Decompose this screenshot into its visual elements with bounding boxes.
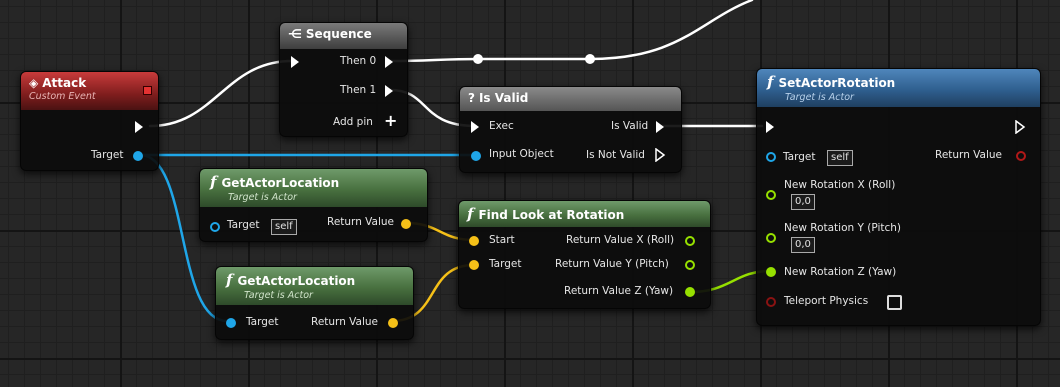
set-rot-exec-out-pin[interactable] <box>1015 120 1026 134</box>
is-not-valid-pin-outline <box>655 148 666 162</box>
find-look-header[interactable]: f Find Look at Rotation <box>459 201 710 227</box>
sequence-icon: ⋲ <box>288 27 302 41</box>
attack-node-subtitle: Custom Event <box>29 91 96 102</box>
set-rot-subtitle: Target is Actor <box>785 92 854 103</box>
sequence-node-header[interactable]: ⋲ Sequence <box>280 23 407 49</box>
event-diamond-icon: ◈ <box>29 76 39 90</box>
find-look-start-label: Start <box>489 234 515 246</box>
set-rot-self-field[interactable]: self <box>827 150 853 166</box>
set-actor-rotation-node[interactable]: f SetActorRotation Target is Actor Target… <box>756 68 1041 326</box>
attack-event-node[interactable]: ◈ Attack Custom Event Target <box>20 71 159 171</box>
sequence-node[interactable]: ⋲ Sequence Then 0 Then 1 Add pin + <box>279 22 408 137</box>
delegate-pin-icon[interactable] <box>143 86 152 95</box>
get-loc2-subtitle: Target is Actor <box>244 290 313 301</box>
set-rot-header[interactable]: f SetActorRotation Target is Actor <box>757 69 1040 107</box>
get-loc1-subtitle: Target is Actor <box>228 192 297 203</box>
sequence-then1-label: Then 1 <box>340 84 377 96</box>
rot-y-label: New Rotation Y (Pitch) <box>784 222 901 234</box>
get-loc1-target-pin[interactable] <box>210 222 220 232</box>
sequence-node-title: Sequence <box>305 27 372 41</box>
is-valid-node-header[interactable]: ? Is Valid <box>460 87 681 111</box>
rot-x-input[interactable]: 0,0 <box>791 194 815 210</box>
rot-z-pin[interactable] <box>766 267 776 277</box>
find-look-start-pin[interactable] <box>469 236 479 246</box>
get-loc1-title: GetActorLocation <box>221 176 340 190</box>
is-valid-out-pin[interactable] <box>656 121 664 133</box>
find-look-rx-pin[interactable] <box>685 236 695 246</box>
sequence-exec-in-pin[interactable] <box>291 56 299 68</box>
attack-target-label: Target <box>91 149 124 161</box>
rot-x-label: New Rotation X (Roll) <box>784 179 896 191</box>
sequence-then0-label: Then 0 <box>340 55 377 67</box>
is-valid-out-label: Is Valid <box>611 120 649 132</box>
rot-y-pin[interactable] <box>766 233 776 243</box>
get-loc2-return-label: Return Value <box>311 316 379 328</box>
find-look-rx-label: Return Value X (Roll) <box>566 234 675 246</box>
is-valid-exec-in-pin[interactable] <box>471 121 479 133</box>
function-icon: f <box>467 205 474 223</box>
is-valid-exec-label: Exec <box>489 120 514 132</box>
reroute-knot <box>473 54 483 64</box>
sequence-add-pin-label[interactable]: Add pin <box>333 116 373 128</box>
function-icon: f <box>210 173 217 191</box>
get-loc1-target-label: Target <box>227 219 260 231</box>
rot-y-input[interactable]: 0,0 <box>791 237 815 253</box>
get-loc2-target-label: Target <box>246 316 279 328</box>
get-loc2-header[interactable]: f GetActorLocation Target is Actor <box>216 267 413 305</box>
function-icon: f <box>767 73 774 91</box>
find-look-title: Find Look at Rotation <box>478 208 625 222</box>
is-not-valid-label: Is Not Valid <box>586 149 645 161</box>
exec-wire-then0-up <box>388 0 754 63</box>
get-loc1-header[interactable]: f GetActorLocation Target is Actor <box>200 169 427 207</box>
set-rot-return-label: Return Value <box>935 149 1003 161</box>
set-rot-title: SetActorRotation <box>778 76 896 90</box>
attack-node-title: Attack <box>42 76 87 90</box>
set-rot-return-pin[interactable] <box>1016 151 1026 161</box>
get-actor-location-node-1[interactable]: f GetActorLocation Target is Actor Target… <box>199 168 428 242</box>
rot-x-pin[interactable] <box>766 190 776 200</box>
question-icon: ? <box>468 91 475 105</box>
get-loc2-return-pin[interactable] <box>388 318 398 328</box>
get-loc1-return-pin[interactable] <box>401 219 411 229</box>
get-loc2-target-pin[interactable] <box>226 318 236 328</box>
teleport-checkbox[interactable] <box>887 295 902 310</box>
teleport-pin[interactable] <box>766 297 776 307</box>
function-icon: f <box>226 271 233 289</box>
rot-z-label: New Rotation Z (Yaw) <box>784 266 897 278</box>
find-look-ry-label: Return Value Y (Pitch) <box>555 258 669 270</box>
is-valid-node[interactable]: ? Is Valid Exec Is Valid Input Object Is … <box>459 86 682 173</box>
find-look-target-label: Target <box>489 258 522 270</box>
input-object-label: Input Object <box>489 148 554 160</box>
find-look-at-rotation-node[interactable]: f Find Look at Rotation Start Return Valu… <box>458 200 711 309</box>
find-look-rz-label: Return Value Z (Yaw) <box>564 285 674 297</box>
sequence-then0-pin[interactable] <box>385 56 393 68</box>
reroute-knot <box>585 54 595 64</box>
attack-target-pin[interactable] <box>133 151 143 161</box>
find-look-rz-pin[interactable] <box>685 287 695 297</box>
get-loc1-self-field[interactable]: self <box>271 219 297 235</box>
add-pin-plus-icon[interactable]: + <box>384 111 397 130</box>
teleport-label: Teleport Physics <box>784 295 869 307</box>
sequence-then1-pin[interactable] <box>385 85 393 97</box>
find-look-ry-pin[interactable] <box>685 260 695 270</box>
set-rot-exec-in-pin[interactable] <box>766 121 774 133</box>
find-look-target-pin[interactable] <box>469 260 479 270</box>
get-loc1-return-label: Return Value <box>327 216 395 228</box>
attack-exec-out-pin[interactable] <box>135 121 143 133</box>
input-object-pin[interactable] <box>471 151 481 161</box>
get-actor-location-node-2[interactable]: f GetActorLocation Target is Actor Target… <box>215 266 414 340</box>
set-rot-target-label: Target <box>783 151 816 163</box>
set-rot-target-pin[interactable] <box>766 152 776 162</box>
attack-node-header[interactable]: ◈ Attack Custom Event <box>21 72 158 110</box>
is-valid-node-title: Is Valid <box>478 91 529 105</box>
exec-wire-attack-sequence <box>148 59 294 128</box>
get-loc2-title: GetActorLocation <box>237 274 356 288</box>
